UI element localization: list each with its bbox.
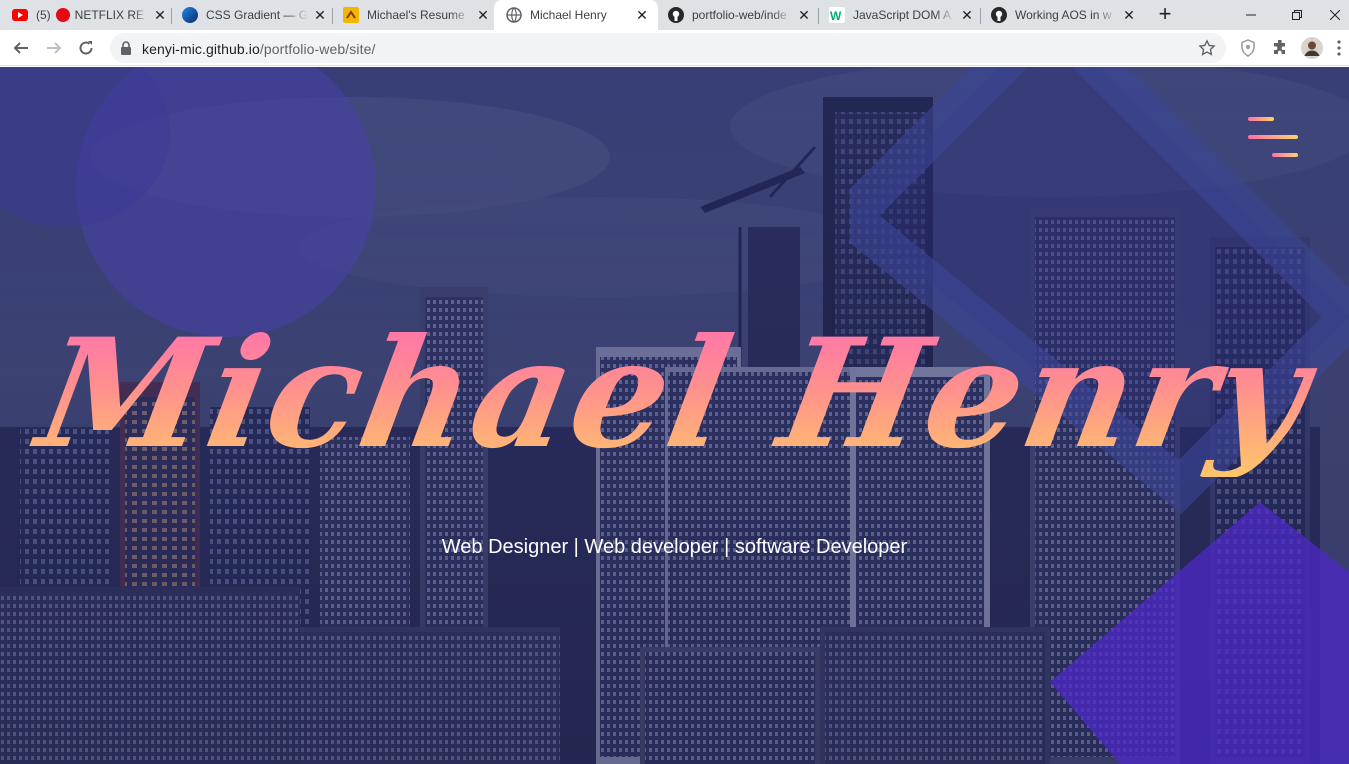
tab-working-aos[interactable]: Working AOS in w ✕ (991, 0, 1137, 30)
menu-kebab-icon[interactable] (1332, 36, 1346, 60)
tab-strip: (5) NETFLIX RE ✕ CSS Gradient — G ✕ Mich… (0, 0, 1349, 30)
tab-portfolio-web[interactable]: portfolio-web/inde ✕ (668, 0, 812, 30)
profile-avatar[interactable] (1300, 36, 1324, 60)
tab-title: NETFLIX RE (74, 8, 145, 22)
browser-toolbar: kenyi-mic.github.io/portfolio-web/site/ (0, 30, 1349, 66)
menu-line-top (1248, 117, 1274, 121)
page-viewport: Michael Henry Web Designer | Web develop… (0, 67, 1349, 764)
github-icon (668, 7, 684, 23)
resume-icon (343, 7, 359, 23)
tab-badge: (5) (36, 8, 51, 22)
shield-extension-icon[interactable] (1236, 36, 1260, 60)
tab-title: portfolio-web/inde (692, 8, 787, 22)
css-gradient-icon (182, 7, 198, 23)
tab-javascript-dom[interactable]: W JavaScript DOM A ✕ (829, 0, 975, 30)
tab-title: Michael Henry (530, 8, 607, 22)
close-icon[interactable]: ✕ (796, 7, 812, 24)
minimize-button[interactable] (1228, 0, 1274, 30)
tab-resume[interactable]: Michael's Resume ✕ (343, 0, 491, 30)
youtube-icon (12, 7, 28, 23)
reload-button[interactable] (72, 34, 100, 62)
restore-button[interactable] (1274, 0, 1320, 30)
bookmark-star-icon[interactable] (1198, 39, 1216, 62)
url-path: /portfolio-web/site/ (259, 41, 376, 57)
close-icon[interactable]: ✕ (475, 7, 491, 24)
close-window-button[interactable] (1320, 0, 1349, 30)
back-button[interactable] (7, 34, 35, 62)
extensions-puzzle-icon[interactable] (1268, 36, 1292, 60)
new-tab-button[interactable]: + (1152, 2, 1178, 28)
url-domain: kenyi-mic.github.io (142, 41, 260, 57)
menu-line-bottom (1272, 153, 1298, 157)
close-icon[interactable]: ✕ (152, 7, 168, 24)
close-icon[interactable]: ✕ (312, 7, 328, 24)
close-icon[interactable]: ✕ (1121, 7, 1137, 24)
tab-title: Michael's Resume (367, 8, 465, 22)
tab-title: Working AOS in w (1015, 8, 1112, 22)
hamburger-menu-button[interactable] (1248, 115, 1300, 159)
tab-title: CSS Gradient — G (206, 8, 308, 22)
tab-css-gradient[interactable]: CSS Gradient — G ✕ (182, 0, 328, 30)
tab-title: JavaScript DOM A (853, 8, 952, 22)
hero-name: Michael Henry (0, 306, 1349, 482)
hero-subtitle: Web Designer | Web developer | software … (441, 536, 908, 558)
close-icon[interactable]: ✕ (959, 7, 975, 24)
close-icon[interactable]: ✕ (634, 7, 650, 24)
url-text[interactable]: kenyi-mic.github.io/portfolio-web/site/ (142, 41, 375, 57)
svg-text:W: W (830, 9, 842, 23)
address-bar[interactable]: kenyi-mic.github.io/portfolio-web/site/ (110, 33, 1226, 63)
github-icon (991, 7, 1007, 23)
w3schools-icon: W (829, 7, 845, 23)
menu-line-middle (1248, 135, 1298, 139)
tab-netflix[interactable]: (5) NETFLIX RE ✕ (12, 0, 168, 30)
netflix-record-icon (55, 7, 71, 23)
globe-icon (506, 7, 522, 23)
forward-button[interactable] (40, 34, 68, 62)
lock-icon[interactable] (120, 41, 132, 60)
tab-michael-henry[interactable]: Michael Henry ✕ (494, 0, 658, 30)
